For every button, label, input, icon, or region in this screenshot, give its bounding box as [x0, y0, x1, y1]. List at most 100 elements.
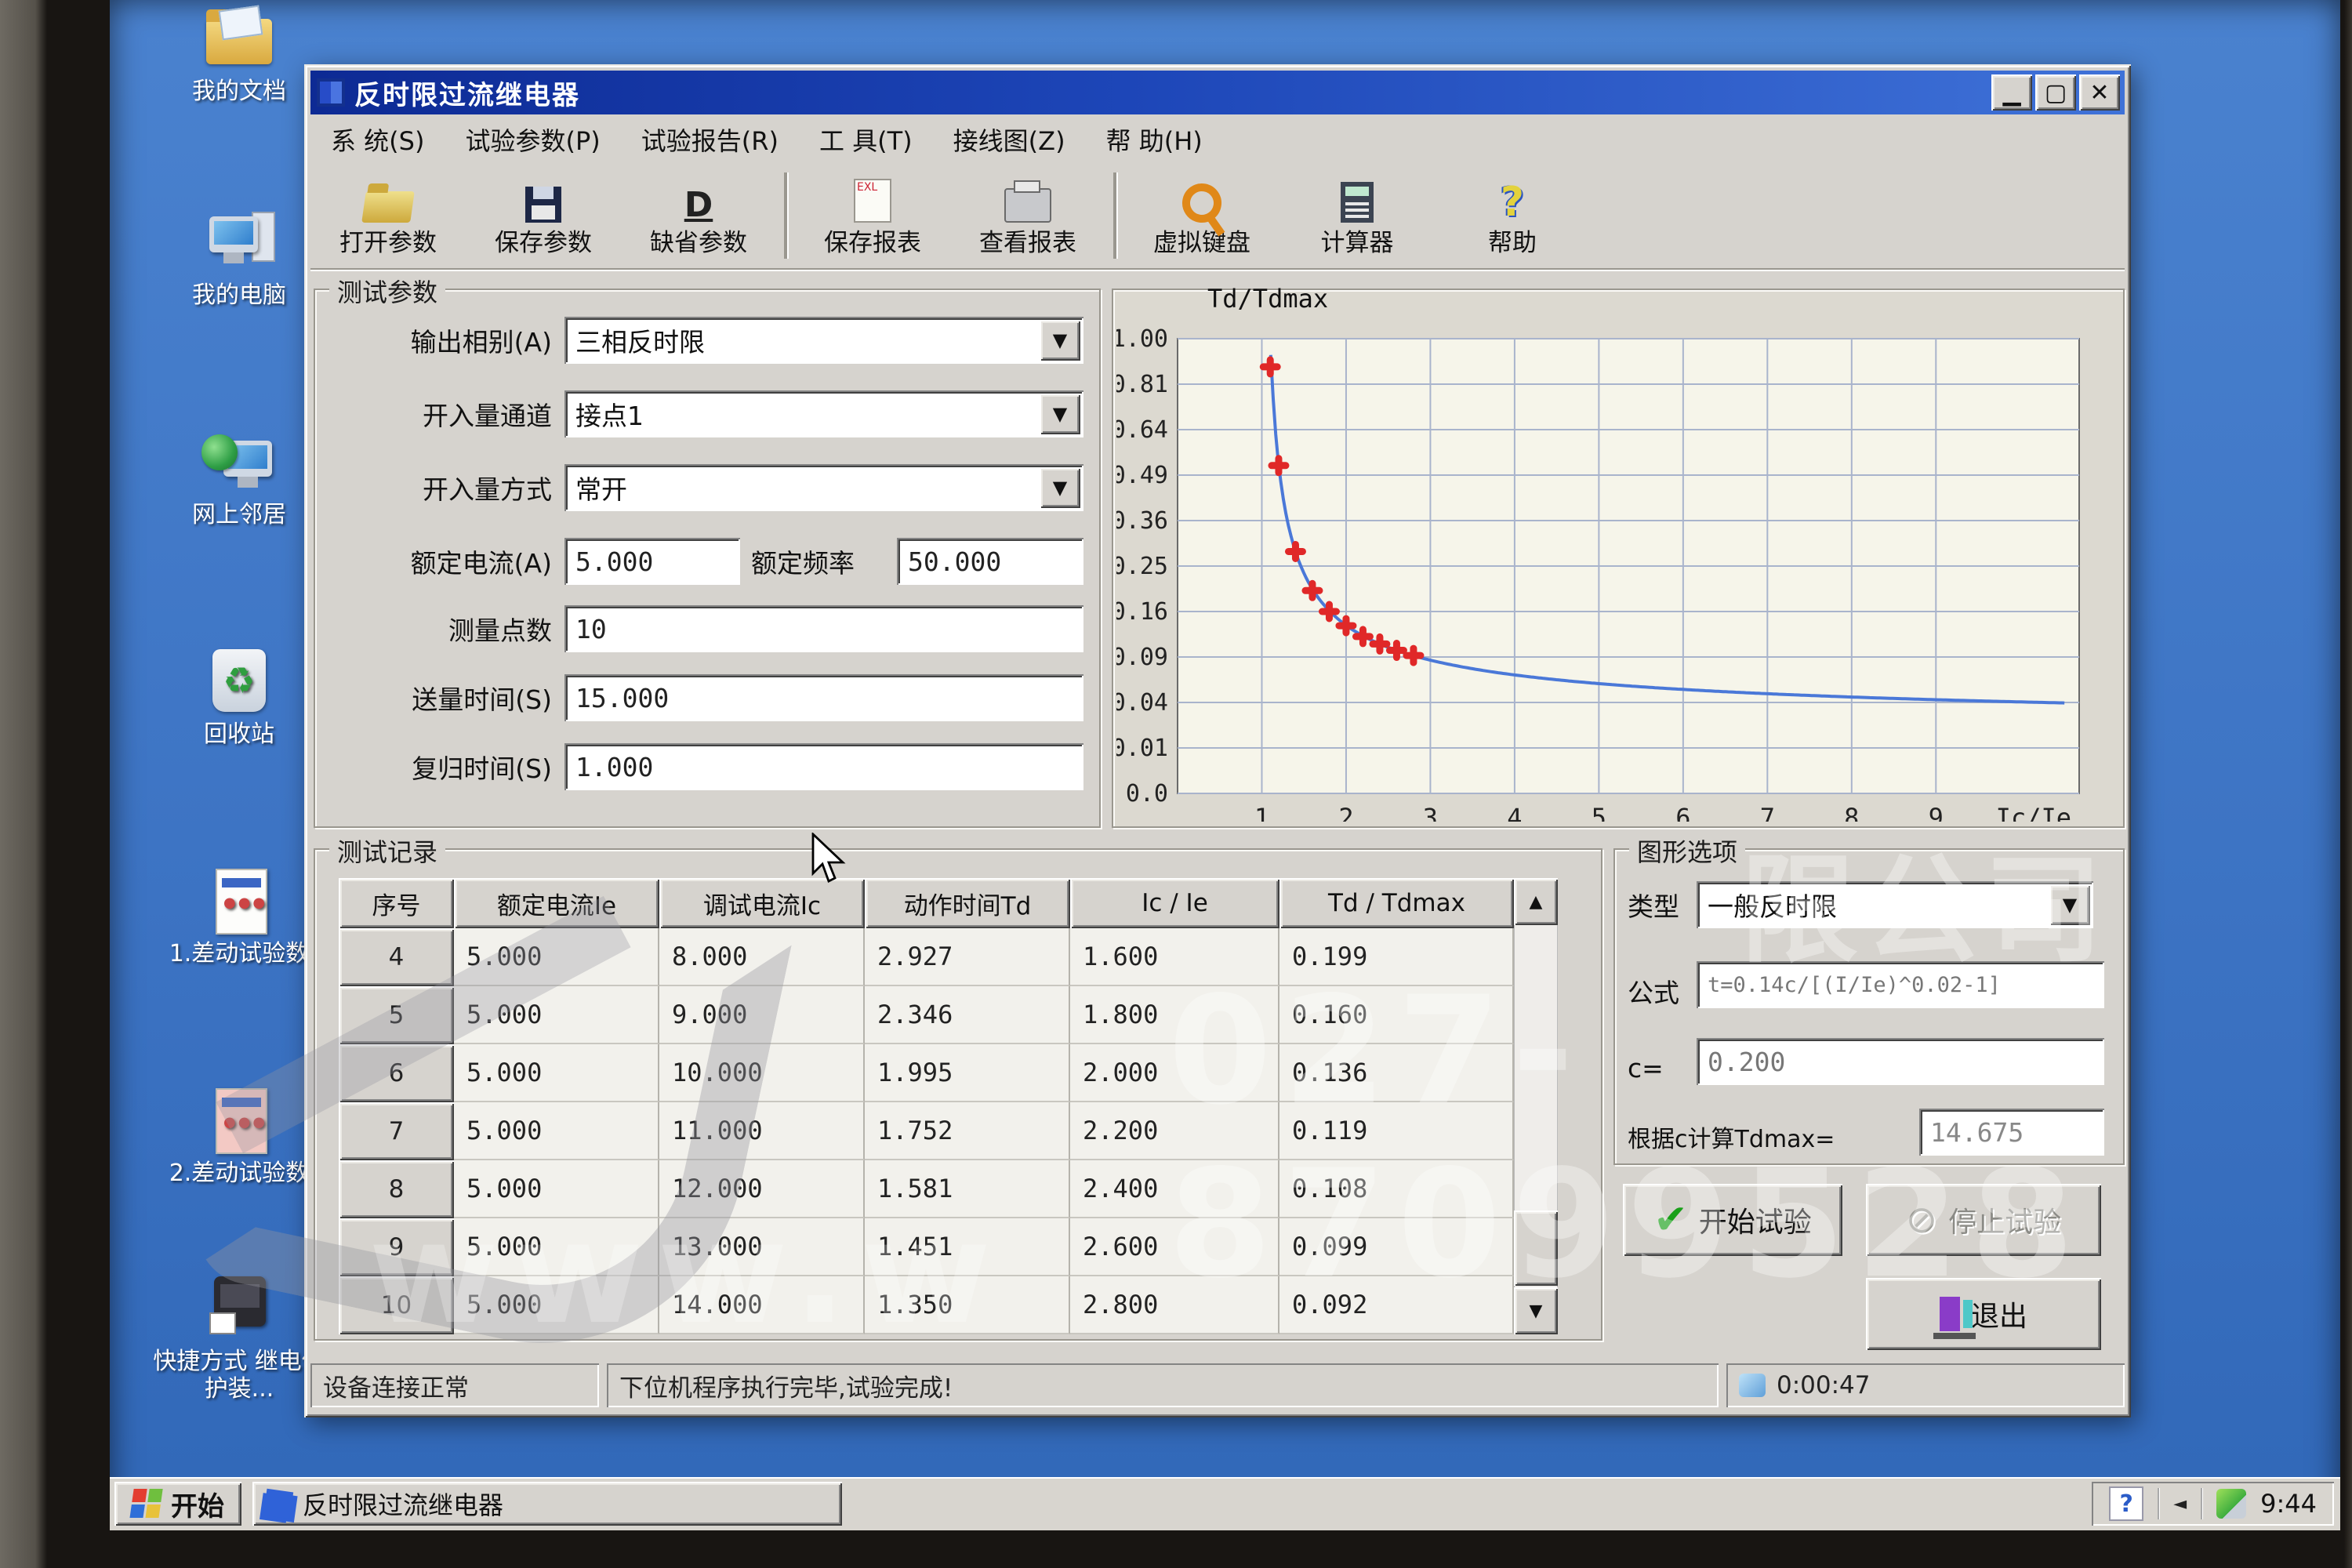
desktop-icon-6[interactable]: ●●●2.差动试验数	[149, 1088, 329, 1188]
svg-text:0.01: 0.01	[1116, 735, 1168, 762]
column-header-1[interactable]: 序号	[339, 878, 454, 928]
menu-item-3[interactable]: 试验报告(R)	[621, 117, 799, 162]
desktop-icon-5[interactable]: ●●●1.差动试验数	[149, 869, 329, 968]
c-field[interactable]: 0.200	[1697, 1038, 2104, 1085]
svg-text:7: 7	[1760, 803, 1775, 822]
param-extra-input-4[interactable]: 50.000	[897, 538, 1083, 585]
desktop-icon-1[interactable]: 我的文档	[149, 6, 329, 106]
taskbar-item-label: 反时限过流继电器	[303, 1486, 503, 1522]
table-cell: 5.000	[454, 1276, 659, 1334]
row-number-cell: 8	[339, 1160, 454, 1218]
taskbar: 开始 反时限过流继电器 ? ◄ 9:44	[110, 1477, 2340, 1530]
table-cell: 12.000	[659, 1160, 865, 1218]
column-header-2[interactable]: 额定电流Ie	[454, 878, 659, 928]
param-combo-3[interactable]: 常开▼	[564, 464, 1083, 511]
svg-text:5: 5	[1592, 803, 1606, 822]
curve-type-combo[interactable]: 一般反时限 ▼	[1697, 881, 2093, 928]
menu-item-2[interactable]: 试验参数(P)	[445, 117, 620, 162]
network-places-icon	[201, 430, 277, 495]
table-row[interactable]: 105.00014.0001.3502.8000.092	[339, 1276, 1514, 1334]
menu-item-6[interactable]: 帮 助(H)	[1086, 117, 1223, 162]
prohibition-icon: ⊘	[1906, 1198, 1937, 1242]
status-message: 下位机程序执行完毕,试验完成!	[607, 1363, 1719, 1407]
toolbar-button-label: 保存报表	[824, 223, 921, 258]
table-cell: 1.752	[865, 1102, 1070, 1160]
param-input-6[interactable]: 15.000	[564, 674, 1083, 721]
toolbar-button-6[interactable]: 虚拟键盘	[1124, 166, 1279, 265]
title-bar[interactable]: 反时限过流继电器 ▁ ▢ ✕	[310, 71, 2125, 114]
menu-item-1[interactable]: 系 统(S)	[310, 117, 445, 162]
table-row[interactable]: 85.00012.0001.5812.4000.108	[339, 1160, 1514, 1218]
tdmax-field[interactable]: 14.675	[1919, 1109, 2104, 1156]
column-header-3[interactable]: 调试电流Ic	[659, 878, 865, 928]
desktop-icon-4[interactable]: ♻回收站	[149, 649, 329, 749]
toolbar-button-5[interactable]: 查看报表	[950, 166, 1105, 265]
tray-collapse-icon[interactable]: ◄	[2173, 1494, 2187, 1514]
exit-button[interactable]: 退出	[1866, 1278, 2101, 1350]
table-row[interactable]: 95.00013.0001.4512.6000.099	[339, 1218, 1514, 1276]
taskbar-item-app[interactable]: 反时限过流继电器	[252, 1482, 842, 1526]
exit-door-icon	[1940, 1297, 1960, 1331]
chevron-down-icon[interactable]: ▼	[1040, 320, 1080, 361]
table-row[interactable]: 65.00010.0001.9952.0000.136	[339, 1044, 1514, 1102]
svg-text:1.00: 1.00	[1116, 325, 1168, 353]
toolbar-button-8[interactable]: ?帮助	[1435, 166, 1590, 265]
param-input-7[interactable]: 1.000	[564, 743, 1083, 790]
column-header-4[interactable]: 动作时间Td	[865, 878, 1070, 928]
desktop-icon-7[interactable]: 快捷方式 继电保护装...	[149, 1276, 329, 1403]
desktop-icon-3[interactable]: 网上邻居	[149, 430, 329, 529]
close-button[interactable]: ✕	[2079, 74, 2120, 111]
toolbar-button-3[interactable]: D缺省参数	[621, 166, 776, 265]
param-input-5[interactable]: 10	[564, 605, 1083, 652]
table-cell: 8.000	[659, 928, 865, 986]
svg-text:0.49: 0.49	[1116, 462, 1168, 489]
tray-help-icon[interactable]: ?	[2109, 1486, 2143, 1521]
table-row[interactable]: 55.0009.0002.3461.8000.160	[339, 986, 1514, 1044]
desktop-icon-2[interactable]: 我的电脑	[149, 210, 329, 310]
table-cell: 1.451	[865, 1218, 1070, 1276]
param-combo-1[interactable]: 三相反时限▼	[564, 317, 1083, 364]
chevron-down-icon[interactable]: ▼	[1040, 467, 1080, 508]
chevron-down-icon[interactable]: ▼	[1040, 394, 1080, 434]
chevron-down-icon[interactable]: ▼	[2049, 884, 2090, 925]
monitor-screen: 我的文档我的电脑网上邻居 ♻回收站 ●●●1.差动试验数 ●●●2.差动试验数快捷方式…	[110, 0, 2340, 1530]
svg-text:3: 3	[1423, 803, 1438, 822]
toolbar-button-4[interactable]: 保存报表	[795, 166, 950, 265]
menu-item-5[interactable]: 接线图(Z)	[933, 117, 1086, 162]
row-number-cell: 4	[339, 928, 454, 986]
tray-network-icon[interactable]	[2216, 1489, 2246, 1519]
records-scrollbar[interactable]: ▲ ▼	[1514, 878, 1558, 1334]
param-combo-2[interactable]: 接点1▼	[564, 390, 1083, 437]
param-extra-label: 额定频率	[751, 543, 855, 580]
column-header-6[interactable]: Td / Tdmax	[1279, 878, 1514, 928]
desktop-icon-label: 1.差动试验数	[149, 941, 329, 968]
maximize-button[interactable]: ▢	[2035, 74, 2076, 111]
svg-text:0.64: 0.64	[1116, 416, 1168, 444]
scroll-thumb[interactable]	[1514, 1210, 1558, 1286]
svg-text:2: 2	[1338, 803, 1353, 822]
table-cell: 14.000	[659, 1276, 865, 1334]
recycle-bin-icon: ♻	[201, 649, 277, 715]
table-row[interactable]: 45.0008.0002.9271.6000.199	[339, 928, 1514, 986]
scroll-up-button[interactable]: ▲	[1514, 878, 1558, 925]
td-tdmax-chart: 1.000.810.640.490.360.250.160.090.040.01…	[1116, 312, 2120, 822]
param-input-4[interactable]: 5.000	[564, 538, 740, 585]
table-cell: 2.000	[1070, 1044, 1279, 1102]
toolbar-button-1[interactable]: 打开参数	[310, 166, 466, 265]
toolbar-button-7[interactable]: 计算器	[1279, 166, 1435, 265]
minimize-button[interactable]: ▁	[1991, 74, 2032, 111]
table-row[interactable]: 75.00011.0001.7522.2000.119	[339, 1102, 1514, 1160]
check-icon: ✔	[1653, 1196, 1688, 1243]
table-cell: 1.995	[865, 1044, 1070, 1102]
column-header-5[interactable]: Ic / Ie	[1070, 878, 1279, 928]
table-cell: 5.000	[454, 1044, 659, 1102]
formula-field[interactable]: t=0.14c/[(I/Ie)^0.02-1]	[1697, 961, 2104, 1008]
elapsed-panel: 0:00:47	[1726, 1363, 2125, 1407]
toolbar-button-2[interactable]: 保存参数	[466, 166, 621, 265]
menu-item-4[interactable]: 工 具(T)	[799, 117, 933, 162]
svg-text:4: 4	[1507, 803, 1522, 822]
start-test-button[interactable]: ✔ 开始试验	[1623, 1184, 1842, 1256]
stop-test-button: ⊘ 停止试验	[1866, 1184, 2101, 1256]
start-button[interactable]: 开始	[114, 1482, 241, 1526]
scroll-down-button[interactable]: ▼	[1514, 1287, 1558, 1334]
